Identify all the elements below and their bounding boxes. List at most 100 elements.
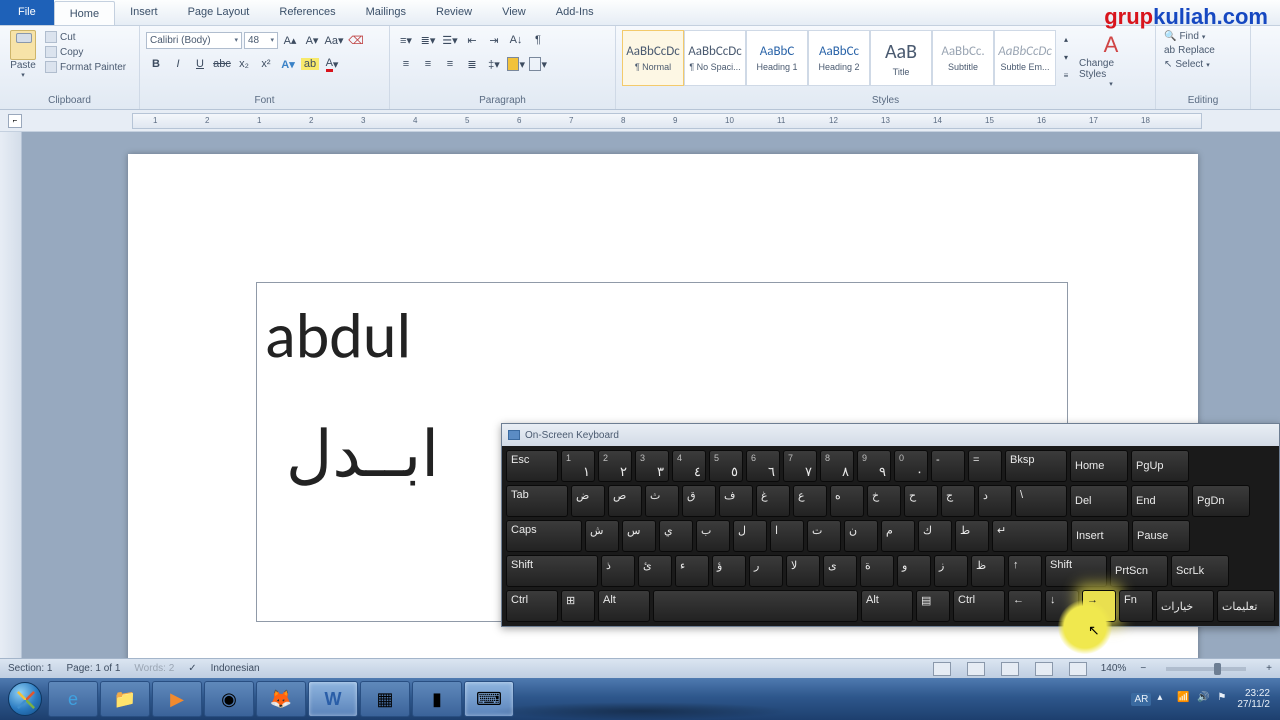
tray-shield-icon[interactable]: ⚑ [1217, 692, 1231, 706]
osk-key[interactable] [653, 590, 858, 622]
tab-home[interactable]: Home [54, 1, 115, 25]
copy-button[interactable]: Copy [43, 45, 128, 59]
tab-file[interactable]: File [0, 0, 54, 25]
line-spacing-button[interactable]: ‡▾ [484, 54, 504, 74]
osk-key[interactable]: ه [830, 485, 864, 517]
osk-key[interactable]: ج [941, 485, 975, 517]
osk-key[interactable]: Fn [1119, 590, 1153, 622]
osk-key[interactable]: 3٣ [635, 450, 669, 482]
osk-key[interactable]: ← [1008, 590, 1042, 622]
osk-key[interactable]: ظ [971, 555, 1005, 587]
osk-key[interactable]: ScrLk [1171, 555, 1229, 587]
osk-key[interactable]: لا [786, 555, 820, 587]
osk-key[interactable]: غ [756, 485, 790, 517]
style-normal[interactable]: AaBbCcDc¶ Normal [622, 30, 684, 86]
text-effects-button[interactable]: A▾ [278, 54, 298, 74]
style-heading1[interactable]: AaBbCHeading 1 [746, 30, 808, 86]
view-web[interactable] [1001, 662, 1019, 676]
osk-key[interactable]: → [1082, 590, 1116, 622]
grow-font-button[interactable]: A▴ [280, 30, 300, 50]
taskbar-chrome[interactable]: ◉ [204, 681, 254, 717]
tab-references[interactable]: References [264, 0, 350, 25]
subscript-button[interactable]: x₂ [234, 54, 254, 74]
change-styles-button[interactable]: A Change Styles ▾ [1073, 28, 1149, 92]
osk-key[interactable]: م [881, 520, 915, 552]
osk-key[interactable]: ذ [601, 555, 635, 587]
status-words[interactable]: Words: 2 [134, 663, 174, 674]
osk-key[interactable]: ق [682, 485, 716, 517]
style-gallery[interactable]: AaBbCcDc¶ Normal AaBbCcDc¶ No Spaci... A… [622, 28, 1070, 86]
osk-key[interactable]: ى [823, 555, 857, 587]
osk-key[interactable]: PgDn [1192, 485, 1250, 517]
tab-insert[interactable]: Insert [115, 0, 173, 25]
taskbar-media[interactable]: ▶ [152, 681, 202, 717]
numbering-button[interactable]: ≣▾ [418, 30, 438, 50]
vertical-ruler[interactable] [0, 132, 22, 678]
italic-button[interactable]: I [168, 54, 188, 74]
osk-key[interactable]: Shift [1045, 555, 1107, 587]
tray-flag-icon[interactable]: ▴ [1157, 692, 1171, 706]
find-button[interactable]: 🔍Find▾ [1162, 30, 1217, 43]
osk-key[interactable]: خيارات [1156, 590, 1214, 622]
osk-key[interactable]: 0٠ [894, 450, 928, 482]
taskbar-word[interactable]: W [308, 681, 358, 717]
osk-key[interactable]: PrtScn [1110, 555, 1168, 587]
style-subtle-em[interactable]: AaBbCcDcSubtle Em... [994, 30, 1056, 86]
font-color-button[interactable]: A▾ [322, 54, 342, 74]
shrink-font-button[interactable]: A▾ [302, 30, 322, 50]
osk-key[interactable]: Ctrl [953, 590, 1005, 622]
taskbar-firefox[interactable]: 🦊 [256, 681, 306, 717]
align-center-button[interactable]: ≡ [418, 54, 438, 74]
status-section[interactable]: Section: 1 [8, 663, 52, 674]
osk-key[interactable]: ت [807, 520, 841, 552]
strike-button[interactable]: abc [212, 54, 232, 74]
osk-key[interactable]: Tab [506, 485, 568, 517]
osk-key[interactable]: 4٤ [672, 450, 706, 482]
osk-key[interactable]: د [978, 485, 1012, 517]
osk-key[interactable]: Home [1070, 450, 1128, 482]
view-fullscreen[interactable] [967, 662, 985, 676]
view-outline[interactable] [1035, 662, 1053, 676]
cut-button[interactable]: Cut [43, 30, 128, 44]
osk-key[interactable]: ↵ [992, 520, 1068, 552]
tray-network-icon[interactable]: 📶 [1177, 692, 1191, 706]
osk-key[interactable]: 1١ [561, 450, 595, 482]
style-title[interactable]: AaBTitle [870, 30, 932, 86]
view-print-layout[interactable] [933, 662, 951, 676]
zoom-in-button[interactable]: + [1266, 663, 1272, 674]
osk-key[interactable]: Pause [1132, 520, 1190, 552]
shading-button[interactable]: ▾ [506, 54, 526, 74]
align-right-button[interactable]: ≡ [440, 54, 460, 74]
osk-key[interactable]: 9٩ [857, 450, 891, 482]
osk-key[interactable]: = [968, 450, 1002, 482]
osk-key[interactable]: 5٥ [709, 450, 743, 482]
osk-key[interactable]: 6٦ [746, 450, 780, 482]
osk-key[interactable]: ء [675, 555, 709, 587]
osk-key[interactable]: ⊞ [561, 590, 595, 622]
increase-indent-button[interactable]: ⇥ [484, 30, 504, 50]
zoom-out-button[interactable]: − [1140, 663, 1146, 674]
osk-key[interactable]: - [931, 450, 965, 482]
osk-key[interactable]: ل [733, 520, 767, 552]
status-language[interactable]: Indonesian [211, 663, 260, 674]
osk-key[interactable]: ي [659, 520, 693, 552]
osk-key[interactable]: Alt [861, 590, 913, 622]
multilevel-button[interactable]: ☰▾ [440, 30, 460, 50]
osk-key[interactable]: Alt [598, 590, 650, 622]
tab-addins[interactable]: Add-Ins [541, 0, 609, 25]
view-draft[interactable] [1069, 662, 1087, 676]
osk-key[interactable]: ض [571, 485, 605, 517]
osk-key[interactable]: PgUp [1131, 450, 1189, 482]
zoom-level[interactable]: 140% [1101, 663, 1127, 674]
osk-key[interactable]: س [622, 520, 656, 552]
osk-titlebar[interactable]: On-Screen Keyboard [502, 424, 1279, 446]
start-button[interactable] [4, 678, 46, 720]
font-name-select[interactable]: Calibri (Body)▾ [146, 32, 242, 49]
osk-key[interactable]: ر [749, 555, 783, 587]
borders-button[interactable]: ▾ [528, 54, 548, 74]
osk-key[interactable]: Esc [506, 450, 558, 482]
osk-key[interactable]: 2٢ [598, 450, 632, 482]
osk-key[interactable]: Caps [506, 520, 582, 552]
status-page[interactable]: Page: 1 of 1 [66, 663, 120, 674]
tab-view[interactable]: View [487, 0, 541, 25]
